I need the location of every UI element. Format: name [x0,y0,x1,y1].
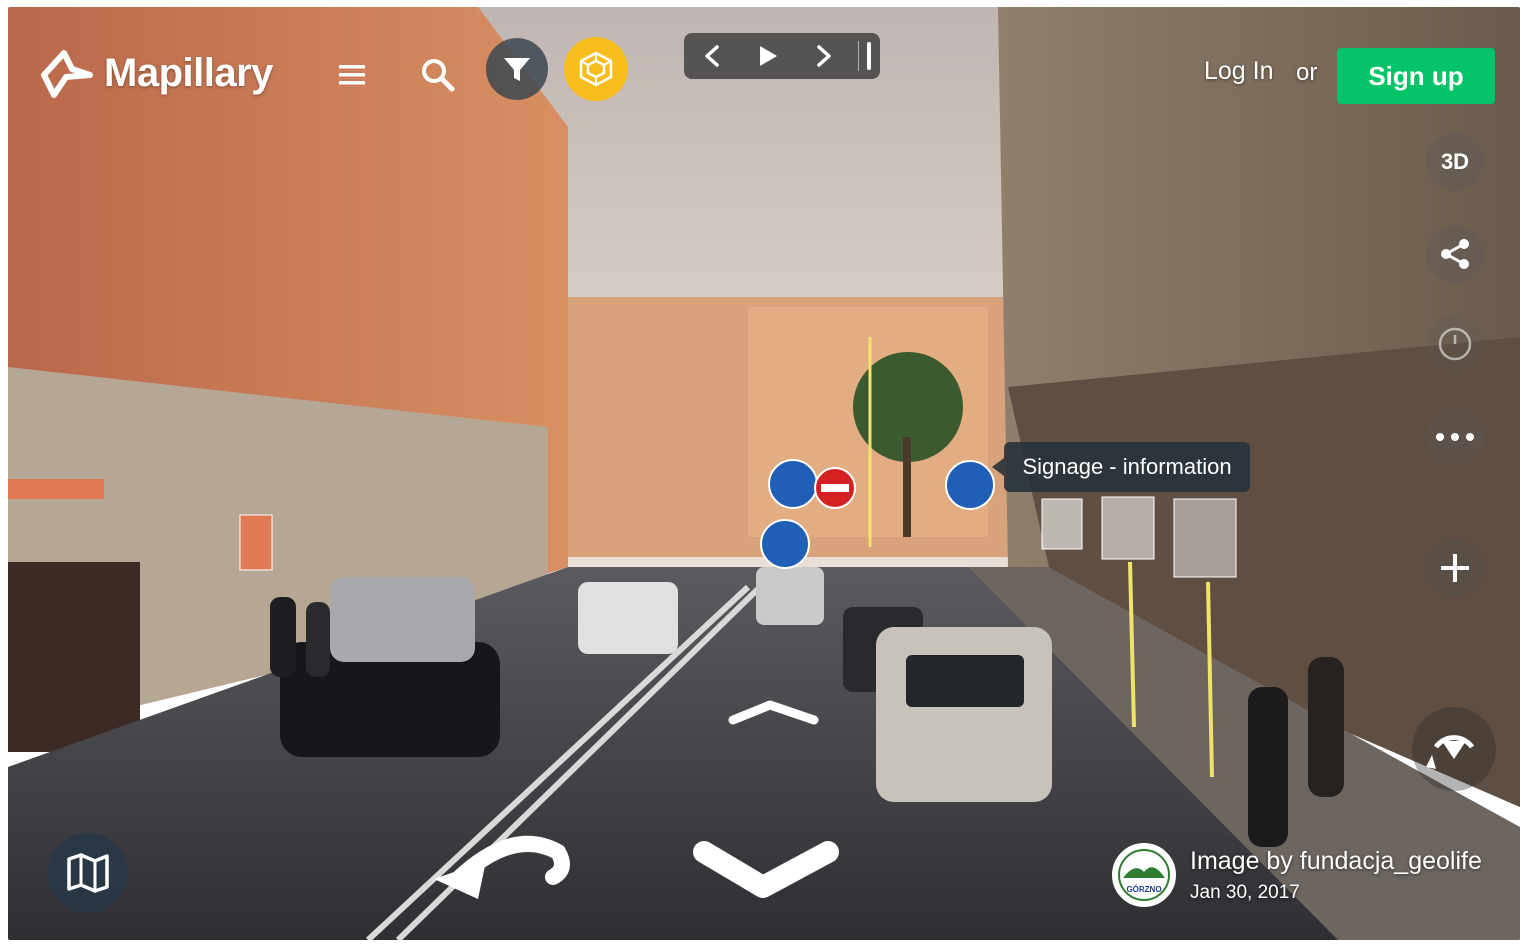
detection-tooltip: Signage - information [992,442,1250,492]
detection-awning-left [8,479,104,499]
detection-sign-box-3 [1041,498,1083,550]
sequence-controls [684,33,880,79]
pedestrian [1248,687,1288,847]
pedestrian [1308,657,1344,797]
detection-sign-box-2 [1173,498,1237,578]
pedestrian [270,597,296,677]
filter-button[interactable] [486,38,548,100]
user-avatar-logo: GÓRZNO [1118,849,1170,901]
car-silver-right [876,627,1052,802]
car-silver-window [906,655,1024,707]
play-button[interactable] [740,33,796,79]
chevron-left-icon [705,45,719,67]
sign-direction-2 [760,519,810,569]
search-icon [422,59,455,92]
car-center [756,567,824,625]
filter-icon [504,58,530,81]
more-options-button[interactable] [1426,408,1484,466]
sign-no-entry-bar [821,484,849,492]
map-icon [67,853,109,893]
image-attribution[interactable]: GÓRZNO Image by fundacja_geolife Jan 30,… [1112,843,1482,907]
image-author[interactable]: Image by fundacja_geolife [1190,847,1482,876]
detection-sign-left [239,514,273,571]
more-icon [1436,433,1474,441]
avatar[interactable]: GÓRZNO [1112,843,1176,907]
car-silver-left [330,577,475,662]
search-button[interactable] [414,51,462,99]
detections-cube-icon [579,51,613,87]
compass-icon [1426,735,1475,769]
detections-button[interactable] [564,37,628,101]
or-separator: or [1296,59,1318,86]
map-toggle-button[interactable] [48,833,128,913]
brand-name: Mapillary [104,50,273,95]
sequence-handle[interactable] [859,33,879,79]
next-image-button[interactable] [796,33,852,79]
timeline-button[interactable] [1426,315,1484,373]
chevron-right-icon [817,45,831,67]
play-icon [760,46,777,66]
attribution-text: Image by fundacja_geolife Jan 30, 2017 [1190,847,1482,904]
detection-sign-box-1 [1101,496,1155,560]
street-photo[interactable] [8,7,1520,940]
image-date: Jan 30, 2017 [1190,881,1300,903]
zoom-in-button[interactable] [1426,539,1484,597]
sign-direction-3 [945,460,995,510]
clock-icon [1438,327,1472,361]
car-white [578,582,678,654]
mode-3d-button[interactable]: 3D [1426,133,1484,191]
drag-handle-icon [867,42,871,70]
brand-logo[interactable]: Mapillary [40,47,273,99]
avatar-logo-text: GÓRZNO [1126,885,1161,894]
menu-button[interactable] [332,55,372,95]
street-view-viewer[interactable]: Mapillary Log In or Sign up 3D Signage -… [8,7,1520,940]
compass-button[interactable] [1412,707,1496,791]
plus-icon [1441,554,1469,582]
login-link[interactable]: Log In [1204,57,1274,86]
tree-trunk [903,437,911,537]
sign-direction-1 [768,459,818,509]
share-button[interactable] [1426,225,1484,283]
share-icon [1441,239,1469,269]
left-hoarding [8,562,140,752]
mapillary-logo-icon [41,50,93,98]
pedestrian [306,602,330,677]
previous-image-button[interactable] [684,33,740,79]
signup-button[interactable]: Sign up [1337,48,1495,104]
menu-icon [339,65,365,85]
